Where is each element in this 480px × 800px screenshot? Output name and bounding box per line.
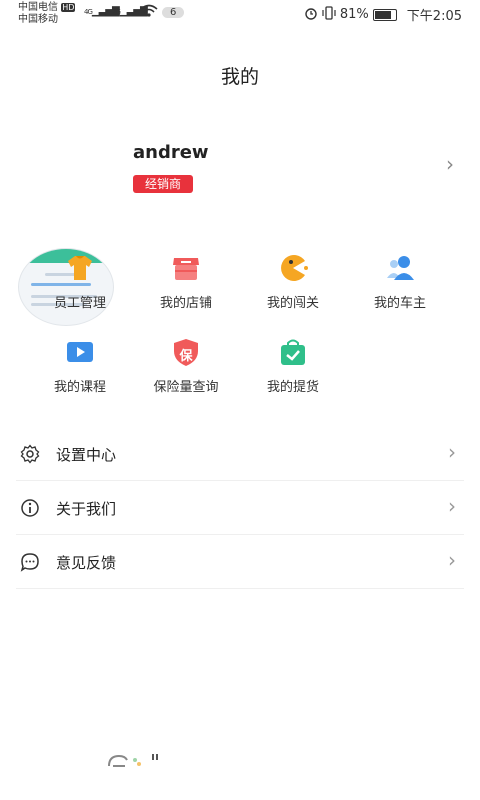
clock: 下午2:05	[406, 9, 462, 24]
loading-indicator	[105, 750, 165, 774]
hd-badge: HD	[61, 3, 76, 12]
play-icon	[64, 336, 96, 368]
username: andrew	[133, 142, 209, 163]
role-badge: 经销商	[133, 175, 194, 193]
grid-label: 保险量查询	[153, 380, 219, 395]
grid-item-pickup[interactable]: 我的提货	[243, 336, 343, 395]
chevron-right-icon: ›	[448, 494, 456, 518]
menu-label: 意见反馈	[56, 554, 117, 572]
grid-item-courses[interactable]: 我的课程	[30, 336, 130, 395]
grid-label: 我的提货	[266, 380, 319, 395]
menu-label: 关于我们	[56, 500, 117, 518]
page-title: 我的	[220, 66, 259, 88]
store-icon	[170, 252, 202, 284]
tshirt-icon	[64, 252, 96, 284]
menu-label: 设置中心	[56, 446, 117, 464]
bag-check-icon	[277, 336, 309, 368]
insurance-char: 保	[179, 349, 193, 364]
alarm-icon	[304, 6, 318, 24]
grid-item-store[interactable]: 我的店铺	[136, 252, 236, 311]
menu-item-feedback[interactable]: 意见反馈 ›	[16, 536, 464, 589]
carrier-2: 中国移动	[18, 14, 58, 25]
grid-label: 我的店铺	[159, 296, 212, 311]
carrier-1: 中国电信	[18, 2, 58, 13]
chevron-right-icon[interactable]: ›	[446, 152, 454, 176]
grid-label: 我的闯关	[266, 296, 319, 311]
status-right: 81% 下午2:05	[304, 5, 462, 24]
grid-label: 我的课程	[53, 380, 106, 395]
grid-item-staff[interactable]: 员工管理	[30, 252, 130, 311]
chat-icon	[20, 552, 40, 572]
grid-label: 我的车主	[373, 296, 426, 311]
gear-icon	[20, 444, 40, 464]
status-bar: 中国电信 HD 中国移动 4G▁▃▅▇ 2G▁▃▅▇ 6 81% 下午2:05	[0, 0, 480, 28]
profile-card[interactable]	[0, 120, 480, 326]
net-2g-label: 2G	[112, 8, 121, 16]
grid-item-challenge[interactable]: 我的闯关	[243, 252, 343, 311]
menu-item-about[interactable]: 关于我们 ›	[16, 482, 464, 535]
wifi-badge: 6	[162, 7, 185, 18]
net-4g-label: 4G	[84, 8, 93, 16]
info-icon	[20, 498, 40, 518]
battery-icon	[372, 8, 397, 21]
vibrate-icon	[322, 5, 336, 24]
grid-label: 员工管理	[53, 296, 106, 311]
battery-percent: 81%	[339, 7, 369, 22]
users-icon	[384, 252, 416, 284]
chevron-right-icon: ›	[448, 440, 456, 464]
chevron-right-icon: ›	[448, 548, 456, 572]
carrier-info: 中国电信 HD 中国移动	[18, 2, 76, 26]
grid-item-car-owners[interactable]: 我的车主	[350, 252, 450, 311]
pacman-icon	[277, 252, 309, 284]
shield-icon: 保	[170, 336, 202, 368]
grid-item-insurance[interactable]: 保 保险量查询	[136, 336, 236, 395]
wifi-icon	[140, 4, 158, 21]
menu-item-settings[interactable]: 设置中心 ›	[16, 428, 464, 481]
